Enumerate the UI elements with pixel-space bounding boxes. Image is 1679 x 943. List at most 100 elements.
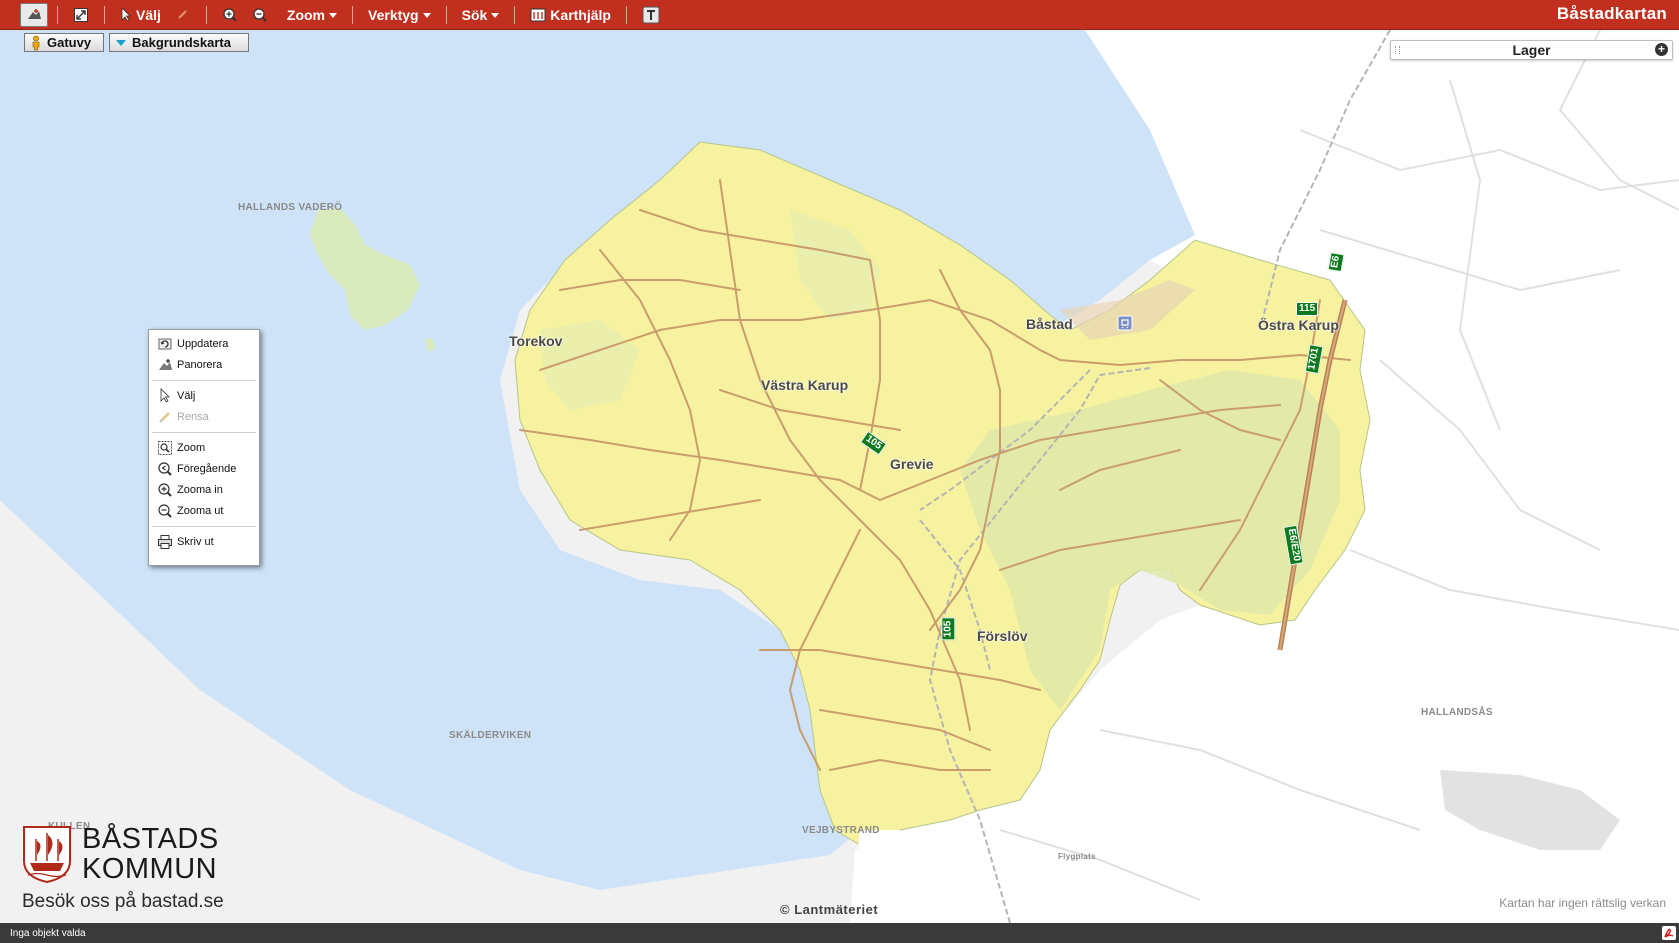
chevron-down-icon — [422, 13, 431, 18]
tools-menu-button[interactable]: Verktyg — [362, 3, 437, 27]
place-label-vejbystrand: VEJBYSTRAND — [802, 825, 880, 836]
context-menu-item-pan[interactable]: Panorera — [149, 354, 259, 375]
street-view-button[interactable]: Gatuvy — [24, 33, 104, 52]
expand-icon — [74, 7, 88, 22]
menu-divider — [152, 526, 256, 527]
road-number-badge: 105 — [941, 617, 956, 641]
zoom-out-icon — [157, 503, 173, 519]
tools-label: Verktyg — [368, 6, 419, 23]
map-help-button[interactable]: Karthjälp — [524, 3, 617, 27]
logo-line-2: KOMMUN — [82, 853, 218, 885]
pan-icon — [157, 357, 173, 373]
menu-divider — [152, 432, 256, 433]
eraser-icon — [178, 9, 187, 19]
chevron-down-icon — [491, 13, 500, 18]
drag-handle-icon[interactable] — [1395, 46, 1400, 54]
place-label-skalderviken: SKÄLDERVIKEN — [449, 730, 532, 741]
toolbar-separator — [352, 5, 354, 24]
toolbar-separator — [445, 5, 447, 24]
background-map-label: Bakgrundskarta — [132, 35, 231, 50]
cursor-icon — [157, 388, 173, 404]
map-canvas[interactable]: HALLANDS VADERÖ Torekov Västra Karup Bås… — [0, 30, 1679, 923]
text-icon — [642, 6, 660, 23]
context-menu-item-zoom[interactable]: Zoom — [149, 437, 259, 458]
triangle-down-icon — [116, 39, 126, 46]
context-menu-label: Skriv ut — [177, 535, 214, 548]
logo-line-1: BÅSTADS — [82, 823, 219, 855]
toolbar-separator — [104, 5, 105, 24]
select-button[interactable]: Välj — [114, 3, 167, 27]
eraser-icon — [157, 409, 173, 425]
train-station-icon[interactable] — [1117, 315, 1133, 331]
app-title: Båstadkartan — [1556, 4, 1667, 23]
context-menu-label: Zooma ut — [177, 504, 224, 517]
street-view-label: Gatuvy — [47, 35, 92, 50]
municipality-logo[interactable]: BÅSTADS KOMMUN Besök oss på bastad.se — [22, 823, 252, 915]
menu-divider — [152, 380, 256, 381]
toolbar-separator — [514, 5, 516, 24]
pan-icon — [28, 8, 41, 19]
place-label-ostra-karup[interactable]: Östra Karup — [1258, 317, 1339, 333]
place-label-bastad[interactable]: Båstad — [1026, 316, 1073, 332]
context-menu-label: Zooma in — [177, 483, 223, 496]
chevron-down-icon — [329, 13, 338, 18]
context-menu-label: Panorera — [177, 358, 223, 371]
context-menu-item-previous[interactable]: Föregående — [149, 458, 259, 479]
zoom-out-button[interactable] — [246, 3, 274, 27]
help-map-icon — [530, 8, 546, 21]
place-label-hallands-vadero: HALLANDS VADERÖ — [238, 202, 343, 213]
zoom-box-icon — [157, 440, 173, 456]
context-menu-label: Välj — [177, 389, 196, 402]
zoom-out-icon — [253, 7, 267, 22]
pdf-icon[interactable] — [1661, 925, 1677, 941]
status-bar: Inga objekt valda — [0, 923, 1679, 943]
logo-tagline[interactable]: Besök oss på bastad.se — [22, 891, 224, 913]
pegman-icon — [32, 35, 40, 50]
disclaimer-text: Kartan har ingen rättslig verkan — [1499, 896, 1666, 910]
pan-tool-button[interactable] — [20, 2, 48, 27]
map-help-label: Karthjälp — [550, 6, 611, 23]
place-label-forslov[interactable]: Förslöv — [977, 628, 1028, 644]
zoom-label: Zoom — [286, 6, 326, 23]
zoom-in-icon — [223, 7, 237, 22]
coat-of-arms-icon — [23, 826, 71, 883]
clear-button[interactable] — [169, 3, 197, 27]
status-text: Inga objekt valda — [10, 927, 86, 939]
select-label: Välj — [136, 6, 161, 23]
context-menu-item-clear: Rensa — [149, 406, 259, 427]
context-menu-item-print[interactable]: Skriv ut — [149, 531, 259, 552]
layers-panel[interactable]: Lager + — [1390, 40, 1673, 60]
context-menu-label: Rensa — [177, 410, 209, 423]
context-menu: Uppdatera Panorera Välj Rensa Zoom Föreg… — [148, 329, 260, 566]
toolbar-separator — [625, 5, 627, 24]
print-icon — [157, 534, 173, 550]
context-menu-label: Uppdatera — [177, 337, 229, 350]
expand-plus-icon[interactable]: + — [1655, 43, 1668, 56]
place-label-grevie[interactable]: Grevie — [890, 456, 934, 472]
zoom-in-button[interactable] — [216, 3, 244, 27]
search-menu-button[interactable]: Sök — [456, 3, 506, 27]
context-menu-item-zoom-in[interactable]: Zooma in — [149, 479, 259, 500]
context-menu-item-select[interactable]: Välj — [149, 385, 259, 406]
toolbar: Välj Zoom Verktyg Sök Karthjälp Båstadka… — [0, 0, 1679, 30]
context-menu-label: Zoom — [177, 441, 206, 454]
place-label-torekov[interactable]: Torekov — [509, 333, 562, 349]
zoom-in-icon — [157, 482, 173, 498]
full-extent-button[interactable] — [67, 3, 95, 27]
context-menu-item-zoom-out[interactable]: Zooma ut — [149, 500, 259, 521]
road-number-badge: 115 — [1296, 302, 1319, 316]
zoom-menu-button[interactable]: Zoom — [281, 3, 343, 27]
text-tool-button[interactable] — [636, 3, 666, 27]
context-menu-item-refresh[interactable]: Uppdatera — [149, 333, 259, 354]
copyright-text: © Lantmäteriet — [780, 902, 879, 917]
place-label-vastra-karup[interactable]: Västra Karup — [761, 377, 848, 393]
layers-title: Lager — [1512, 42, 1551, 58]
search-label: Sök — [461, 6, 488, 23]
toolbar-separator — [57, 5, 58, 24]
place-label-hallandsas: HALLANDSÅS — [1421, 707, 1493, 718]
previous-zoom-icon — [157, 461, 173, 477]
cursor-icon — [121, 7, 131, 22]
background-map-button[interactable]: Bakgrundskarta — [109, 33, 249, 52]
toolbar-separator — [205, 5, 207, 24]
place-label-flygplats: Flygplats — [1058, 852, 1096, 861]
